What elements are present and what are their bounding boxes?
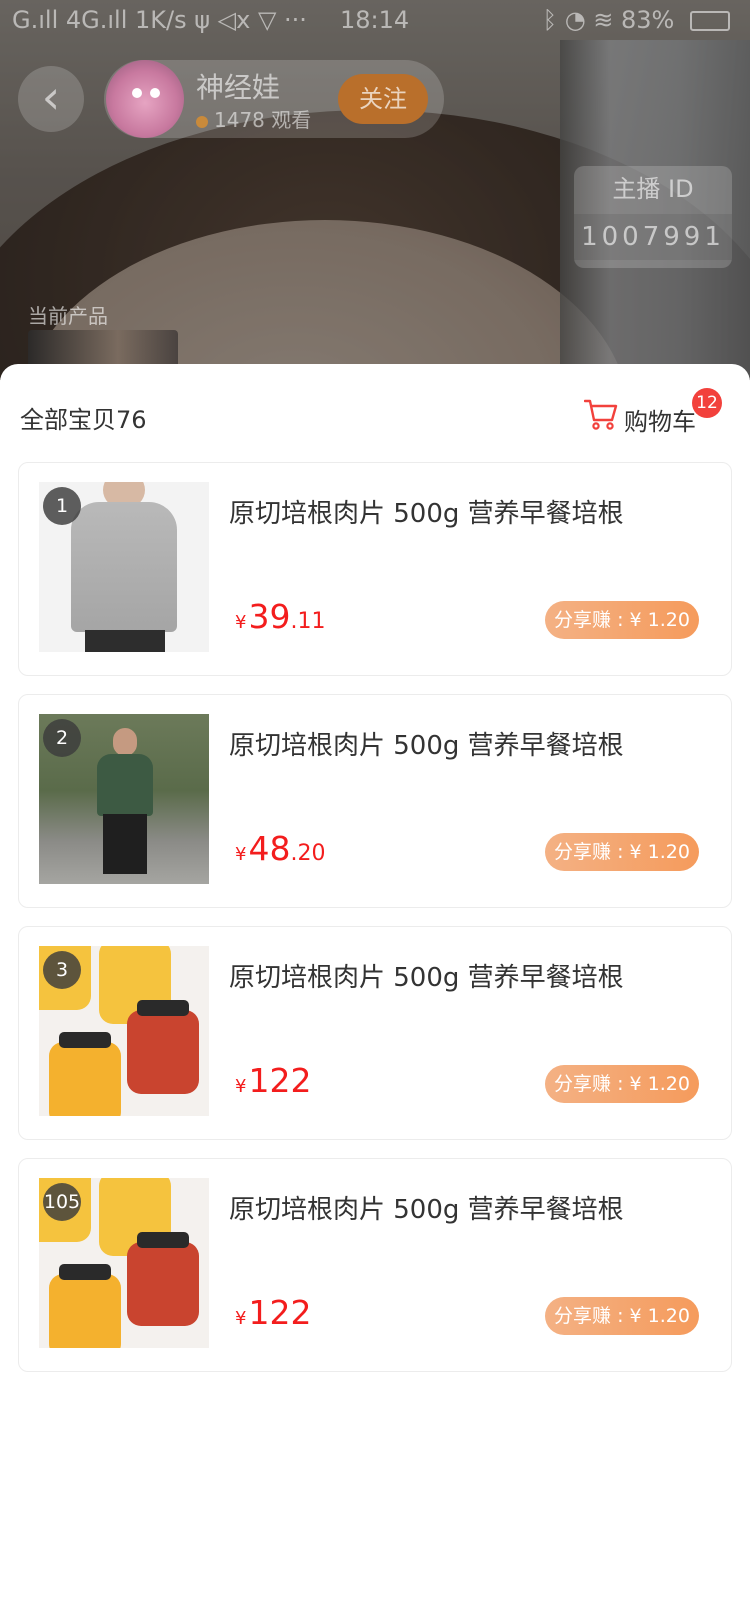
rank-badge: 105	[43, 1183, 81, 1221]
share-earn-button[interactable]: 分享赚 : ¥ 1.20	[545, 1065, 699, 1103]
image-jacket	[97, 754, 153, 816]
price-decimal: .11	[290, 609, 326, 634]
shopping-cart-icon	[584, 399, 618, 430]
avatar[interactable]	[106, 60, 184, 138]
price-integer: 122	[248, 1061, 312, 1100]
product-card[interactable]: 2 原切培根肉片 500g 营养早餐培根 ¥48.20 分享赚 : ¥ 1.20	[18, 694, 732, 908]
price-integer: 48	[248, 829, 291, 868]
price-currency: ¥	[235, 844, 247, 865]
sheet-header: 全部宝贝76 购物车 12	[0, 364, 750, 460]
image-jar-lid	[137, 1232, 189, 1248]
product-price: ¥39.11	[235, 597, 325, 636]
product-title[interactable]: 原切培根肉片 500g 营养早餐培根	[229, 957, 624, 994]
status-time: 18:14	[340, 6, 410, 34]
anchor-id-value: 1007991	[574, 214, 732, 260]
product-price: ¥122	[235, 1061, 311, 1100]
chevron-left-icon: ‹	[41, 70, 61, 124]
share-earn-button[interactable]: 分享赚 : ¥ 1.20	[545, 833, 699, 871]
product-title[interactable]: 原切培根肉片 500g 营养早餐培根	[229, 493, 624, 530]
product-price: ¥122	[235, 1293, 311, 1332]
status-bar: G.ıll 4G.ıll 1K/s ψ ◁x ▽ ··· 18:14 ᛒ ◔ ≋…	[0, 0, 750, 40]
follow-button[interactable]: 关注	[338, 74, 428, 124]
share-earn-button[interactable]: 分享赚 : ¥ 1.20	[545, 601, 699, 639]
image-jar	[49, 1264, 121, 1348]
image-jar	[49, 1032, 121, 1116]
product-card[interactable]: 1 原切培根肉片 500g 营养早餐培根 ¥39.11 分享赚 : ¥ 1.20	[18, 462, 732, 676]
price-currency: ¥	[235, 612, 247, 633]
image-jar-lid	[137, 1000, 189, 1016]
back-button[interactable]: ‹	[18, 66, 84, 132]
product-list: 1 原切培根肉片 500g 营养早餐培根 ¥39.11 分享赚 : ¥ 1.20…	[18, 462, 732, 1390]
image-jar-lid	[59, 1264, 111, 1280]
price-currency: ¥	[235, 1076, 247, 1097]
viewer-dot-icon	[196, 115, 208, 128]
status-left-icons: G.ıll 4G.ıll 1K/s ψ ◁x ▽ ···	[12, 6, 307, 34]
price-decimal: .20	[290, 841, 326, 866]
viewer-count-text: 1478 观看	[214, 108, 312, 132]
image-model-face	[113, 728, 137, 756]
price-currency: ¥	[235, 1308, 247, 1329]
image-jar-lid	[59, 1032, 111, 1048]
price-integer: 122	[248, 1293, 312, 1332]
cart-count-badge: 12	[692, 388, 722, 418]
product-image[interactable]: 1	[39, 482, 209, 652]
image-shirt	[71, 502, 177, 632]
viewer-count: 1478 观看	[196, 104, 311, 133]
current-product-label: 当前产品	[28, 304, 108, 328]
rank-badge: 1	[43, 487, 81, 525]
product-card[interactable]: 105 原切培根肉片 500g 营养早餐培根 ¥122 分享赚 : ¥ 1.20	[18, 1158, 732, 1372]
status-right-text: ᛒ ◔ ≋ 83%	[542, 6, 675, 34]
product-image[interactable]: 3	[39, 946, 209, 1116]
anchor-id-label: 主播 ID	[612, 175, 694, 203]
image-legs	[103, 814, 147, 874]
avatar-eye	[132, 88, 142, 98]
product-card[interactable]: 3 原切培根肉片 500g 营养早餐培根 ¥122 分享赚 : ¥ 1.20	[18, 926, 732, 1140]
product-title[interactable]: 原切培根肉片 500g 营养早餐培根	[229, 725, 624, 762]
avatar-eye	[150, 88, 160, 98]
anchor-id-box: 主播 ID 1007991	[574, 166, 732, 268]
status-right-icons: ᛒ ◔ ≋ 83%	[543, 0, 730, 40]
rank-badge: 2	[43, 719, 81, 757]
all-items-count: 全部宝贝76	[20, 406, 147, 434]
anchor-info[interactable]: 神经娃 1478 观看 关注	[104, 60, 444, 138]
rank-badge: 3	[43, 951, 81, 989]
product-sheet: 全部宝贝76 购物车 12 1 原切培根肉片 500g 营养早餐培根 ¥39.1…	[0, 364, 750, 1620]
product-title[interactable]: 原切培根肉片 500g 营养早餐培根	[229, 1189, 624, 1226]
battery-icon	[690, 11, 730, 31]
product-image[interactable]: 2	[39, 714, 209, 884]
product-image[interactable]: 105	[39, 1178, 209, 1348]
cart-label: 购物车	[624, 408, 696, 436]
image-jar	[127, 1000, 199, 1094]
image-jar	[127, 1232, 199, 1326]
image-pants	[85, 630, 165, 652]
share-earn-button[interactable]: 分享赚 : ¥ 1.20	[545, 1297, 699, 1335]
product-price: ¥48.20	[235, 829, 325, 868]
price-integer: 39	[248, 597, 291, 636]
anchor-name: 神经娃	[196, 71, 281, 104]
